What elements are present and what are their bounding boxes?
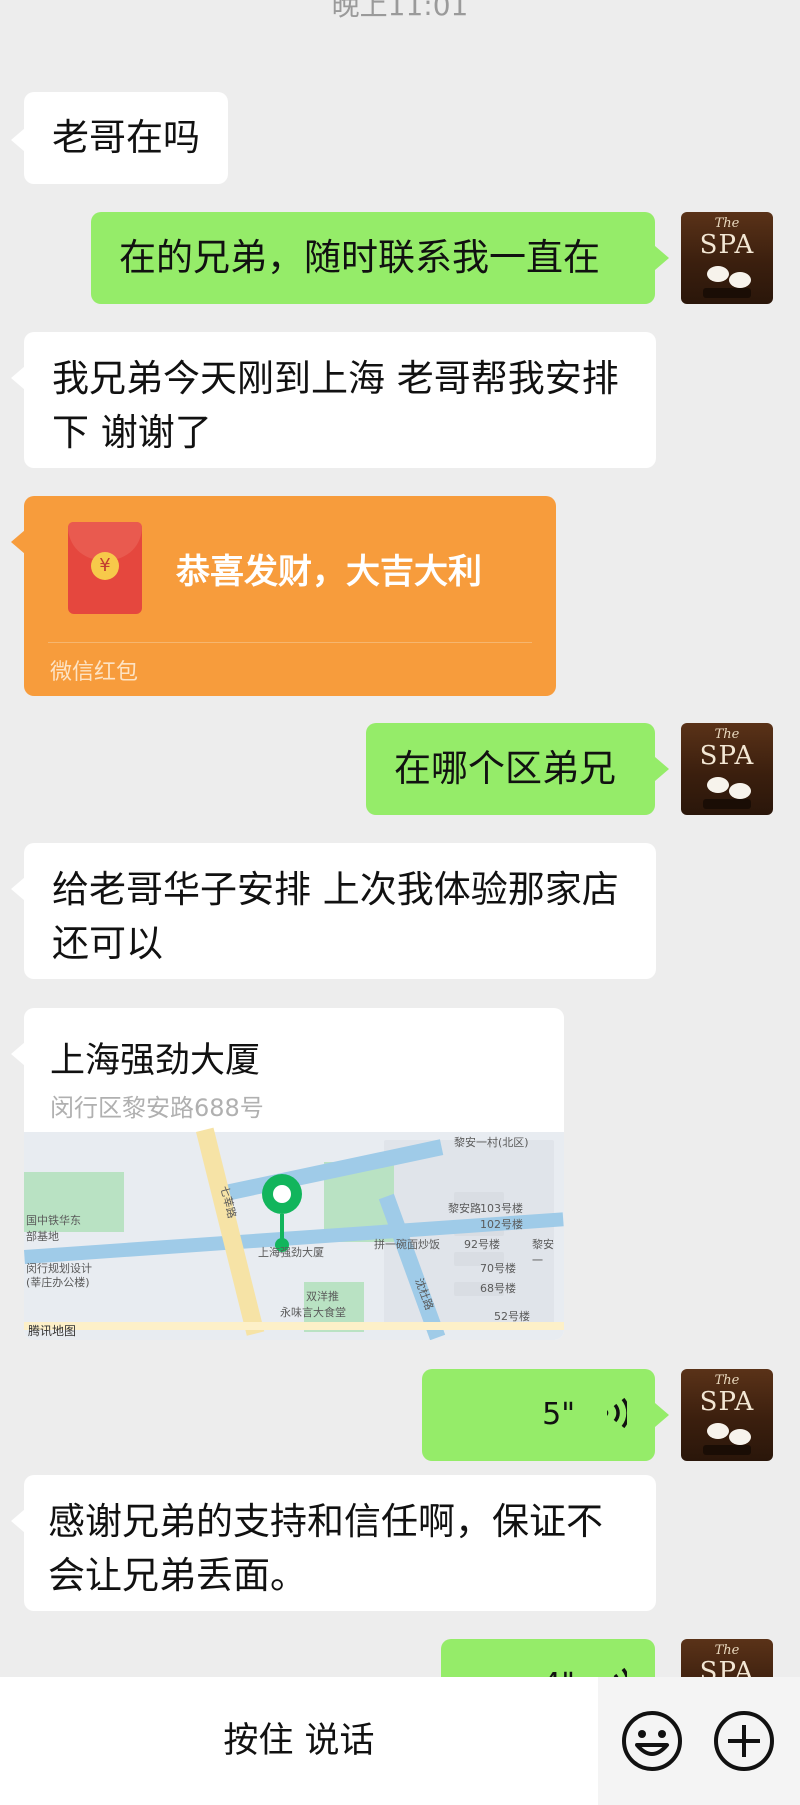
- map-preview[interactable]: 黎安一村(北区) 七莘路 黎安路 上海强劲大厦 拼一碗面炒饭 双洋推 永味言大食…: [24, 1127, 564, 1340]
- message-bubble-outgoing[interactable]: 在哪个区弟兄: [366, 723, 655, 815]
- map-label: 国中铁华东: [26, 1214, 81, 1227]
- avatar-text: SPA: [699, 1387, 755, 1417]
- avatar-text: SPA: [699, 230, 755, 260]
- bubble-tail: [11, 366, 25, 390]
- map-pin-stem: [280, 1214, 284, 1240]
- bowl-icon: [703, 288, 751, 298]
- bubble-tail: [11, 1042, 25, 1066]
- bowl-icon: [703, 799, 751, 809]
- map-label: 52号楼: [494, 1310, 530, 1323]
- bubble-tail: [11, 877, 25, 901]
- location-message[interactable]: 上海强劲大厦 闵行区黎安路688号 黎安一村(北区) 七莘路 黎安路 上海强劲大…: [24, 1008, 564, 1340]
- map-label: 部基地: [26, 1230, 59, 1243]
- map-label: 102号楼: [480, 1218, 523, 1231]
- avatar[interactable]: The SPA: [681, 212, 773, 304]
- map-label: 永味言大食堂: [280, 1306, 346, 1319]
- message-bubble-outgoing[interactable]: 在的兄弟，随时联系我一直在: [91, 212, 655, 304]
- avatar-text: The: [714, 1373, 740, 1388]
- map-label: 黎安一: [532, 1238, 554, 1267]
- red-packet-label: 微信红包: [50, 660, 139, 685]
- message-text: 给老哥华子安排 上次我体验那家店还可以: [52, 868, 619, 965]
- location-title: 上海强劲大厦: [50, 1041, 261, 1081]
- bubble-tail: [655, 1403, 669, 1427]
- map-label: 黎安路: [448, 1202, 481, 1215]
- map-label: 103号楼: [480, 1202, 523, 1215]
- message-text: 我兄弟今天刚到上海 老哥帮我安排下 谢谢了: [52, 357, 619, 454]
- bowl-icon: [703, 1445, 751, 1455]
- input-bar: 按住 说话: [0, 1677, 800, 1805]
- map-label: 拼一碗面炒饭: [374, 1238, 440, 1251]
- plus-icon[interactable]: [712, 1709, 776, 1773]
- location-address: 闵行区黎安路688号: [50, 1094, 264, 1122]
- map-label: 70号楼: [480, 1262, 516, 1275]
- flower-icon: [707, 1423, 729, 1439]
- map-label: 黎安一村(北区): [454, 1136, 529, 1149]
- bubble-tail: [655, 757, 669, 781]
- map-logo: 腾讯地图: [28, 1324, 77, 1338]
- map-label: 上海强劲大厦: [258, 1246, 324, 1259]
- avatar[interactable]: The SPA: [681, 723, 773, 815]
- message-bubble-incoming[interactable]: 感谢兄弟的支持和信任啊，保证不会让兄弟丢面。: [24, 1475, 656, 1611]
- flower-icon: [729, 1429, 751, 1445]
- voice-wave-icon: [607, 1397, 627, 1429]
- red-packet-title: 恭喜发财，大吉大利: [176, 552, 482, 592]
- message-bubble-incoming[interactable]: 老哥在吗: [24, 92, 228, 184]
- avatar-text: SPA: [699, 741, 755, 771]
- red-packet-message[interactable]: ¥ 恭喜发财，大吉大利 微信红包: [24, 496, 556, 696]
- voice-duration: 5": [542, 1397, 575, 1432]
- status-time: 晚上11:01: [331, 0, 469, 22]
- avatar-text: The: [714, 727, 740, 742]
- bubble-tail: [655, 246, 669, 270]
- map-pin-icon: [262, 1174, 302, 1214]
- map-label: 68号楼: [480, 1282, 516, 1295]
- hold-to-talk-button[interactable]: 按住 说话: [0, 1677, 598, 1805]
- bubble-tail: [11, 128, 25, 152]
- divider: [48, 642, 532, 643]
- voice-message-outgoing[interactable]: 5": [422, 1369, 655, 1461]
- message-text: 在哪个区弟兄: [394, 747, 616, 790]
- avatar-text: The: [714, 216, 740, 231]
- bubble-tail: [11, 530, 25, 554]
- message-bubble-incoming[interactable]: 给老哥华子安排 上次我体验那家店还可以: [24, 843, 656, 979]
- red-packet-icon: ¥: [68, 522, 142, 614]
- flower-icon: [729, 783, 751, 799]
- message-text: 在的兄弟，随时联系我一直在: [119, 236, 600, 279]
- flower-icon: [729, 272, 751, 288]
- flower-icon: [707, 266, 729, 282]
- message-bubble-incoming[interactable]: 我兄弟今天刚到上海 老哥帮我安排下 谢谢了: [24, 332, 656, 468]
- bubble-tail: [11, 1509, 25, 1533]
- smiley-icon[interactable]: [620, 1709, 684, 1773]
- message-text: 老哥在吗: [52, 116, 200, 159]
- map-label: 双洋推: [306, 1290, 339, 1303]
- flower-icon: [707, 777, 729, 793]
- avatar-text: The: [714, 1643, 740, 1658]
- avatar[interactable]: The SPA: [681, 1369, 773, 1461]
- message-text: 感谢兄弟的支持和信任啊，保证不会让兄弟丢面。: [48, 1500, 603, 1597]
- map-label: (莘庄办公楼): [26, 1276, 90, 1289]
- map-label: 92号楼: [464, 1238, 500, 1251]
